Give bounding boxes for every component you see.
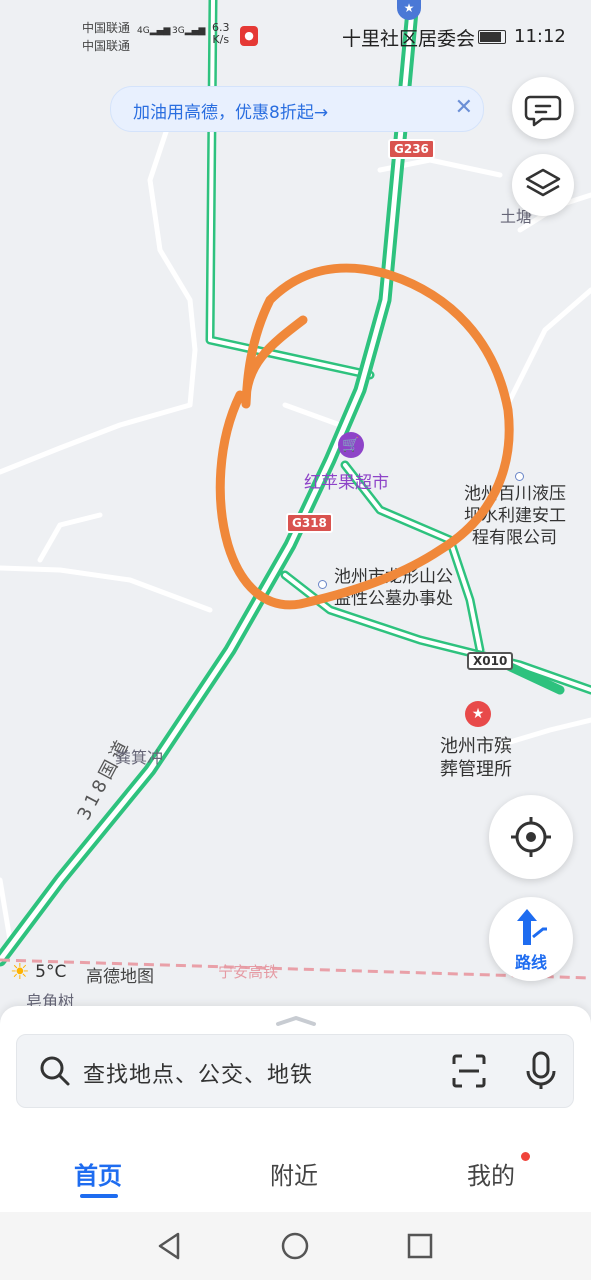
carrier-1: 中国联通 (82, 21, 131, 35)
brand-logo: 高德地图 (86, 967, 154, 987)
locate-button[interactable] (489, 795, 573, 879)
microphone-icon[interactable] (523, 1051, 559, 1091)
railway-label: 宁安高铁 (218, 963, 279, 981)
message-button[interactable] (512, 77, 574, 139)
route-label[interactable]: 路线 (489, 949, 573, 973)
status-bar: 中国联通 中国联通 4G▂▄▆ 3G▂▄▆ 6.3 K/s ● ★ 十里社区居委会… (0, 0, 591, 70)
poi-baichuan-line1: 池州百川液压 (464, 484, 566, 504)
road-badge-g318: G318 (286, 513, 333, 533)
search-bar[interactable]: 查找地点、公交、地铁 (16, 1034, 574, 1108)
tab-nearby[interactable]: 附近 (270, 1156, 318, 1191)
road-badge-x010: X010 (467, 652, 514, 670)
weather-widget: ☀ 5°C (10, 960, 66, 985)
poi-baichuan-line3: 程有限公司 (472, 528, 557, 548)
poi-label-baichuan[interactable]: 池州百川液压 坝水利建安工 程有限公司 (464, 483, 566, 549)
scan-icon[interactable] (451, 1053, 487, 1089)
poi-label-supermarket[interactable]: 红苹果超市 (304, 468, 389, 493)
poi-binzang-line2: 葬管理所 (440, 759, 512, 780)
network-speed: 6.3 K/s (212, 22, 230, 46)
signal-icon: 4G▂▄▆ (137, 26, 171, 36)
mic-record-icon: ● (240, 26, 258, 46)
nearby-poi-label: 十里社区居委会 (342, 28, 476, 50)
notification-dot (521, 1152, 530, 1161)
close-icon[interactable]: ✕ (455, 95, 473, 120)
crosshair-icon (511, 817, 551, 857)
drag-handle-icon[interactable] (274, 1014, 318, 1028)
back-icon[interactable] (154, 1230, 184, 1262)
tab-home[interactable]: 首页 (74, 1156, 122, 1191)
poi-longxingshan-line1: 池州市龙形山公 (334, 567, 453, 587)
search-icon (40, 1056, 70, 1086)
speed-unit: K/s (212, 33, 230, 46)
poi-label-longxingshan[interactable]: 池州市龙形山公 益性公墓办事处 (334, 566, 453, 610)
active-tab-indicator (80, 1194, 118, 1198)
bottom-tab-bar: 首页 附近 我的 (0, 1130, 591, 1214)
route-button[interactable]: 路线 (489, 897, 573, 981)
recents-icon[interactable] (406, 1232, 434, 1260)
poi-longxingshan-line2: 益性公墓办事处 (334, 589, 453, 609)
supermarket-icon[interactable]: 🛒 (338, 432, 364, 458)
home-icon[interactable] (280, 1231, 310, 1261)
promo-banner[interactable]: 加油用高德，优惠8折起→ ✕ (110, 86, 484, 132)
signal-icon: 3G▂▄▆ (172, 26, 206, 36)
poi-baichuan-line2: 坝水利建安工 (464, 506, 566, 526)
layers-icon (525, 168, 561, 197)
clock: 11:12 (514, 26, 566, 47)
poi-dot-icon (318, 580, 327, 589)
battery-icon (478, 30, 506, 44)
layers-button[interactable] (512, 154, 574, 216)
route-arrow-icon (517, 909, 547, 945)
place-label-fenjichong: 粪箕冲 (115, 748, 164, 767)
road-badge-g236: G236 (388, 139, 435, 159)
sun-icon: ☀ (10, 960, 30, 985)
network-type-2: 3G (172, 26, 185, 36)
location-marker-icon: ★ (397, 0, 421, 20)
carrier-2: 中国联通 (82, 39, 131, 53)
poi-binzang-line1: 池州市殡 (440, 736, 512, 757)
promo-text[interactable]: 加油用高德，优惠8折起→ (133, 98, 328, 123)
search-placeholder[interactable]: 查找地点、公交、地铁 (83, 1057, 313, 1089)
system-nav-bar (0, 1212, 591, 1280)
poi-dot-icon (515, 472, 524, 481)
network-type-1: 4G (137, 26, 150, 36)
poi-label-binzang[interactable]: 池州市殡 葬管理所 (440, 735, 512, 781)
chat-bubble-icon (524, 95, 562, 127)
location-pin-icon[interactable]: ★ (465, 701, 491, 727)
tab-mine[interactable]: 我的 (467, 1156, 515, 1191)
temperature: 5°C (35, 962, 67, 982)
